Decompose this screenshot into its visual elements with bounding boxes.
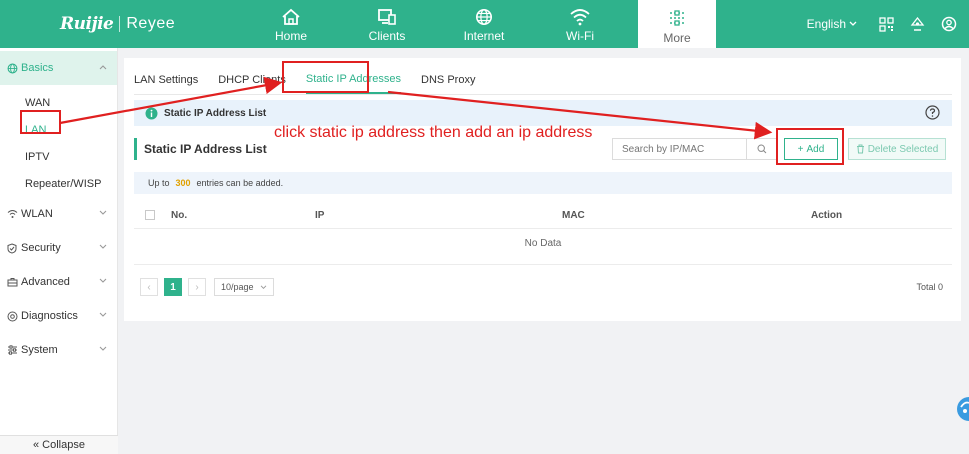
annotation-arrows — [59, 76, 773, 140]
annotation-arrow-to-add — [387, 90, 773, 140]
app-root: Ruijie Reyee Home Clients Internet Wi-Fi… — [0, 0, 969, 454]
assistant-icon[interactable] — [955, 394, 969, 424]
annotation-arrow-to-tab — [59, 76, 283, 125]
